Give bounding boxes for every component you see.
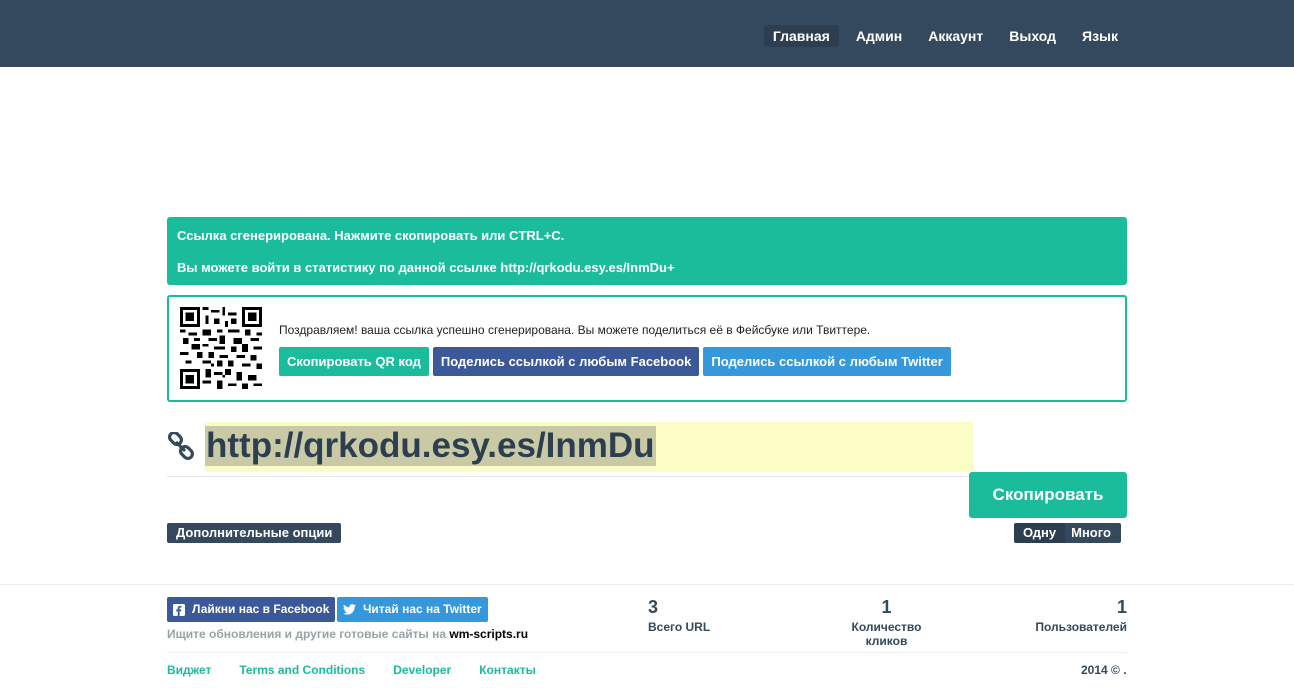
success-alert: Ссылка сгенерирована. Нажмите скопироват… — [167, 217, 1127, 285]
updates-text: Ищите обновления и другие готовые сайты … — [167, 627, 447, 641]
short-url-field[interactable]: http://qrkodu.esy.es/InmDu — [205, 422, 973, 472]
footer-link-widget[interactable]: Виджет — [167, 663, 211, 677]
copy-qr-button[interactable]: Скопировать QR код — [279, 347, 429, 376]
like-facebook-label: Лайкни нас в Facebook — [192, 602, 330, 616]
stat-users: 1 Пользователей — [1027, 597, 1127, 634]
qr-code-image — [180, 307, 262, 389]
footer-link-contacts[interactable]: Контакты — [479, 663, 536, 677]
share-panel: Поздравляем! ваша ссылка успешно сгенери… — [167, 295, 1127, 402]
follow-twitter-button[interactable]: Читай нас на Twitter — [337, 597, 488, 622]
top-navbar: Главная Админ Аккаунт Выход Язык — [0, 0, 1294, 67]
copyright: 2014 © . — [1081, 663, 1127, 677]
facebook-icon — [173, 603, 185, 616]
mode-toggle: Одну Много — [1014, 523, 1121, 543]
short-url-text[interactable]: http://qrkodu.esy.es/InmDu — [205, 426, 656, 466]
nav-item-admin[interactable]: Админ — [847, 25, 911, 47]
alert-line-1: Ссылка сгенерирована. Нажмите скопироват… — [177, 228, 565, 243]
link-icon — [167, 432, 195, 460]
nav-item-language[interactable]: Язык — [1073, 25, 1127, 47]
nav-menu: Главная Админ Аккаунт Выход Язык — [756, 25, 1127, 47]
stat-value: 1 — [1116, 597, 1127, 617]
footer-links: Виджет Terms and Conditions Developer Ко… — [167, 663, 536, 677]
stat-label: Пользователей — [1035, 620, 1127, 634]
nav-item-account[interactable]: Аккаунт — [919, 25, 992, 47]
alert-line-2: Вы можете войти в статистику по данной с… — [177, 260, 675, 275]
extra-options-button[interactable]: Дополнительные опции — [167, 523, 342, 543]
share-buttons: Скопировать QR код Поделись ссылкой с лю… — [279, 347, 951, 376]
stat-total-urls: 3 Всего URL — [648, 597, 710, 634]
stat-value: 1 — [881, 597, 892, 617]
stat-value: 3 — [648, 597, 659, 617]
mode-one-button[interactable]: Одну — [1014, 523, 1066, 543]
stat-label: Всего URL — [648, 620, 711, 634]
footer-link-developer[interactable]: Developer — [393, 663, 451, 677]
stat-label: Количество кликов — [851, 620, 922, 648]
nav-item-logout[interactable]: Выход — [1000, 25, 1065, 47]
footer-links-divider — [167, 652, 1127, 653]
footer-link-terms[interactable]: Terms and Conditions — [239, 663, 365, 677]
updates-link[interactable]: wm-scripts.ru — [449, 627, 528, 641]
share-message: Поздравляем! ваша ссылка успешно сгенери… — [279, 323, 871, 337]
follow-twitter-label: Читай нас на Twitter — [363, 602, 482, 616]
twitter-icon — [343, 604, 356, 615]
share-twitter-button[interactable]: Поделись ссылкой с любым Twitter — [703, 347, 951, 376]
url-underline — [167, 476, 969, 477]
copy-button[interactable]: Скопировать — [969, 472, 1127, 518]
stat-clicks: 1 Количество кликов — [830, 597, 943, 648]
mode-many-button[interactable]: Много — [1065, 523, 1121, 543]
nav-item-home[interactable]: Главная — [763, 25, 839, 47]
share-facebook-button[interactable]: Поделись ссылкой с любым Facebook — [432, 347, 700, 376]
updates-note: Ищите обновления и другие готовые сайты … — [167, 627, 528, 641]
like-facebook-button[interactable]: Лайкни нас в Facebook — [167, 597, 336, 622]
footer-divider — [0, 584, 1294, 585]
